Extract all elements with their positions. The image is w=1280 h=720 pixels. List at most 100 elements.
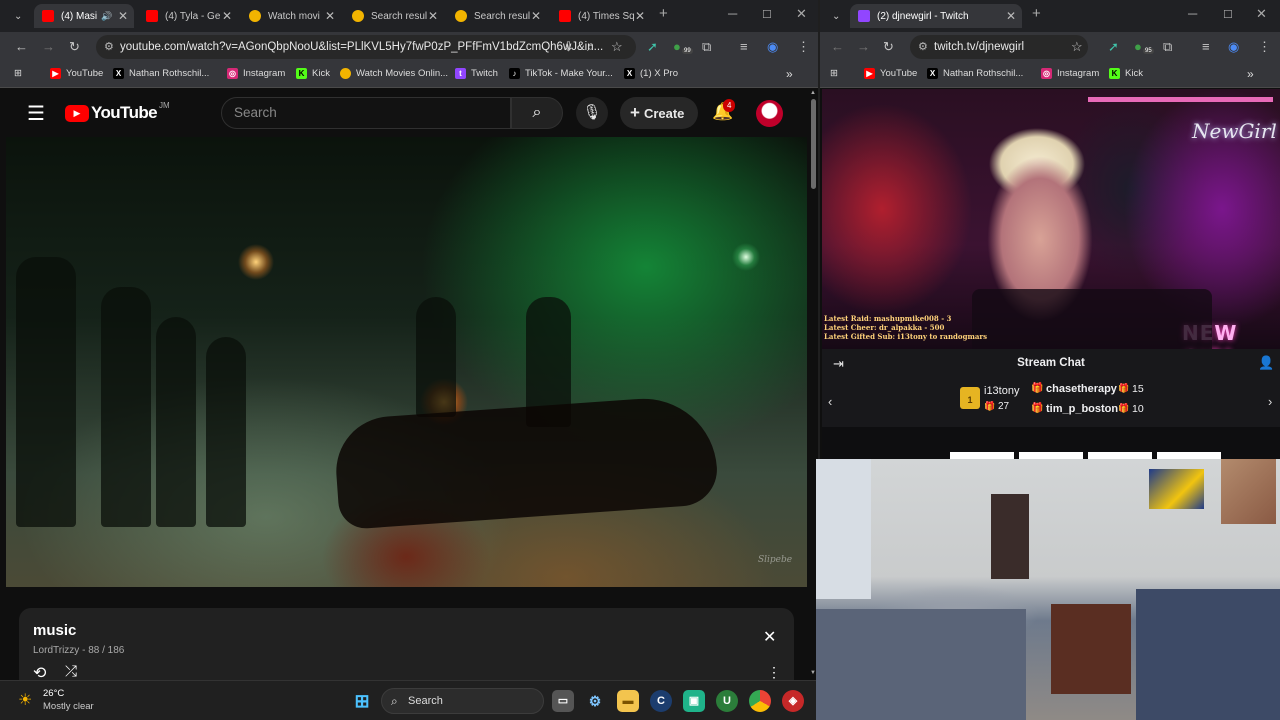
bookmark-youtube[interactable]: ▶ YouTube: [864, 68, 917, 79]
gifter-name[interactable]: i13tony: [984, 385, 1019, 397]
bookmark-kick[interactable]: K Kick: [296, 68, 330, 79]
bookmark-instagram[interactable]: ◎ Instagram: [227, 68, 285, 79]
bookmark-star-icon[interactable]: ☆: [1071, 39, 1083, 55]
playlist-title[interactable]: music: [33, 622, 76, 639]
close-tab-icon[interactable]: ✕: [222, 9, 232, 23]
close-tab-icon[interactable]: ✕: [635, 9, 645, 23]
back-icon[interactable]: ←: [15, 39, 28, 55]
more-bookmarks-icon[interactable]: »: [786, 67, 793, 81]
close-tab-icon[interactable]: ✕: [531, 9, 541, 23]
tab-search-results-1[interactable]: Search resul ✕: [344, 4, 444, 28]
weather-description[interactable]: Mostly clear: [43, 701, 94, 712]
profile-avatar-icon[interactable]: ◉: [1228, 39, 1239, 55]
youtube-logo[interactable]: ▶ YouTube JM: [65, 101, 170, 123]
create-button[interactable]: + Create: [620, 97, 698, 129]
bookmark-nathan[interactable]: X Nathan Rothschil...: [927, 68, 1023, 79]
back-icon[interactable]: ←: [831, 39, 844, 55]
tab-search-icon[interactable]: ⌄: [14, 9, 22, 25]
extensions-puzzle-icon[interactable]: ⧉: [1163, 39, 1172, 55]
playlist-meta[interactable]: LordTrizzy - 88 / 186: [33, 645, 124, 656]
hamburger-menu-icon[interactable]: ☰: [27, 101, 45, 126]
loop-icon[interactable]: ⟲: [33, 663, 46, 680]
utorrent-icon[interactable]: U: [716, 690, 738, 712]
maximize-icon[interactable]: ☐: [1223, 8, 1233, 21]
tab-twitch-djnewgirl[interactable]: (2) djnewgirl - Twitch ✕: [850, 4, 1022, 28]
taskbar-search-box[interactable]: ⌕ Search: [381, 688, 544, 714]
media-control-icon[interactable]: ≡: [1202, 39, 1210, 55]
youtube-search-input[interactable]: Search: [221, 97, 511, 129]
cortana-app-icon[interactable]: C: [650, 690, 672, 712]
maximize-icon[interactable]: ☐: [762, 8, 772, 21]
voice-search-button[interactable]: 🎙: [576, 97, 608, 129]
extensions-puzzle-icon[interactable]: ⧉: [702, 39, 711, 55]
weather-icon[interactable]: ☀: [18, 690, 32, 710]
apps-grid-icon[interactable]: ⊞: [830, 68, 838, 79]
bookmark-youtube[interactable]: ▶ YouTube: [50, 68, 103, 79]
more-bookmarks-icon[interactable]: »: [1247, 67, 1254, 81]
task-view-icon[interactable]: ▭: [552, 690, 574, 712]
start-menu-icon[interactable]: ⊞: [351, 690, 373, 712]
site-info-icon[interactable]: ⚙: [918, 35, 928, 59]
leaderboard-next-icon[interactable]: ›: [1268, 394, 1272, 409]
new-tab-icon[interactable]: +: [659, 5, 668, 22]
install-app-icon[interactable]: ⇩: [563, 39, 574, 55]
tab-watch-movies[interactable]: Watch movi ✕: [241, 4, 341, 28]
bookmark-tiktok[interactable]: ♪ TikTok - Make Your...: [509, 68, 613, 79]
shuffle-icon[interactable]: ⤮: [65, 663, 77, 680]
extension-icon[interactable]: ➚: [647, 39, 658, 55]
zoom-icon[interactable]: ⌕: [587, 39, 594, 55]
site-info-icon[interactable]: ⚙: [104, 35, 114, 59]
minimize-icon[interactable]: ─: [1188, 6, 1197, 21]
tab-youtube-times-sq[interactable]: (4) Times Sq ✕: [551, 4, 651, 28]
menu-kebab-icon[interactable]: ⋮: [797, 39, 810, 55]
file-explorer-icon[interactable]: ▬: [617, 690, 639, 712]
profile-avatar-icon[interactable]: ◉: [767, 39, 778, 55]
search-button[interactable]: ⌕: [511, 97, 563, 129]
bookmark-nathan[interactable]: X Nathan Rothschil...: [113, 68, 209, 79]
extension-badge-icon[interactable]: ●: [1134, 39, 1142, 55]
account-avatar[interactable]: [756, 100, 783, 127]
video-player[interactable]: Slipebe: [6, 137, 807, 587]
extension-icon[interactable]: ➚: [1108, 39, 1119, 55]
close-tab-icon[interactable]: ✕: [118, 9, 128, 23]
minimize-icon[interactable]: ─: [728, 6, 737, 21]
twitch-stream-player[interactable]: NewGirl NEW GIRL Latest Raid: mashupmike…: [822, 89, 1280, 349]
gifter-name[interactable]: chasetherapy: [1046, 383, 1117, 395]
security-app-icon[interactable]: ◈: [782, 690, 804, 712]
reload-icon[interactable]: ↻: [883, 39, 894, 55]
apps-grid-icon[interactable]: ⊞: [14, 68, 22, 79]
bookmark-instagram[interactable]: ◎ Instagram: [1041, 68, 1099, 79]
bookmark-watch-movies[interactable]: Watch Movies Onlin...: [340, 68, 448, 79]
settings-gear-icon[interactable]: ⚙: [584, 690, 606, 712]
chrome-icon[interactable]: [749, 690, 771, 712]
address-bar[interactable]: ⚙ youtube.com/watch?v=AGonQbpNooU&list=P…: [96, 35, 636, 59]
close-tab-icon[interactable]: ✕: [325, 9, 335, 23]
weather-temperature[interactable]: 26°C: [43, 688, 64, 699]
new-tab-icon[interactable]: +: [1032, 5, 1041, 22]
chat-app-icon[interactable]: ▣: [683, 690, 705, 712]
scroll-up-icon[interactable]: ▲: [810, 90, 816, 96]
tab-search-icon[interactable]: ⌄: [832, 9, 840, 25]
tab-search-results-2[interactable]: Search resul ✕: [447, 4, 547, 28]
leaderboard-prev-icon[interactable]: ‹: [828, 394, 832, 409]
gifter-name[interactable]: tim_p_boston: [1046, 403, 1118, 415]
extension-badge-icon[interactable]: ●: [673, 39, 681, 55]
forward-icon[interactable]: →: [857, 39, 870, 55]
playlist-menu-icon[interactable]: ⋮: [767, 664, 781, 680]
forward-icon[interactable]: →: [42, 39, 55, 55]
bookmark-kick[interactable]: K Kick: [1109, 68, 1143, 79]
tab-youtube-masi[interactable]: (4) Masi 🔊 ✕: [34, 4, 134, 28]
menu-kebab-icon[interactable]: ⋮: [1258, 39, 1271, 55]
media-control-icon[interactable]: ≡: [740, 39, 748, 55]
chat-users-icon[interactable]: 👤: [1258, 355, 1274, 371]
close-window-icon[interactable]: ✕: [1256, 6, 1267, 22]
bookmark-x-pro[interactable]: X (1) X Pro: [624, 68, 678, 79]
tab-youtube-tyla[interactable]: (4) Tyla - Ge ✕: [138, 4, 238, 28]
close-playlist-icon[interactable]: ✕: [763, 627, 776, 647]
close-tab-icon[interactable]: ✕: [428, 9, 438, 23]
address-bar[interactable]: ⚙ twitch.tv/djnewgirl: [910, 35, 1088, 59]
close-tab-icon[interactable]: ✕: [1006, 9, 1016, 23]
close-window-icon[interactable]: ✕: [796, 6, 807, 22]
bookmark-star-icon[interactable]: ☆: [611, 39, 623, 55]
scrollbar-thumb[interactable]: [811, 99, 816, 189]
